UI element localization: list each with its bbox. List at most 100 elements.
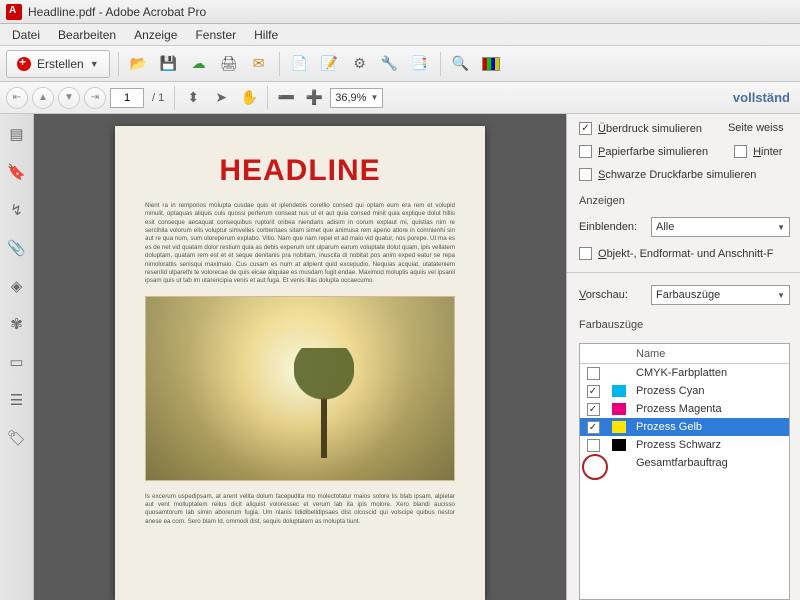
vorschau-value: Farbauszüge [656,289,720,301]
first-page-button[interactable]: ⇤ [6,87,28,109]
doc-headline: HEADLINE [145,154,455,188]
menu-file[interactable]: Datei [4,26,48,44]
menu-edit[interactable]: Bearbeiten [50,26,124,44]
farbauszuge-label: Farbauszüge [579,319,790,331]
title-bar: Headline.pdf - Adobe Acrobat Pro [0,0,800,24]
separations-list: Name CMYK-Farbplatten Prozess Cyan Proze… [579,343,790,600]
chevron-down-icon: ▼ [370,93,378,102]
cyan-label: Prozess Cyan [632,385,704,397]
window-title: Headline.pdf - Adobe Acrobat Pro [28,5,206,19]
layers-panel-icon[interactable]: ↯ [7,200,27,220]
panel-separator [567,272,800,273]
doc-paragraph-2: Is excerum uspedipsam, at arent velita d… [145,493,455,526]
separation-row-cyan[interactable]: Prozess Cyan [580,382,789,400]
tool-icon-3[interactable]: ⚙ [348,52,372,76]
color-preview-icon[interactable] [479,52,503,76]
mail-icon[interactable]: ✉ [247,52,271,76]
page-number-input[interactable] [110,88,144,108]
main-toolbar: Erstellen ▼ 📂 💾 ☁ 🖨 ✉ 📄 📝 ⚙ 🔧 📑 🔍 [0,46,800,82]
output-preview-panel: Überdruck simulieren Seite weiss Papierf… [566,114,800,600]
pdf-page: HEADLINE Nient ra in remporios molupta c… [115,126,485,600]
pages-panel-icon[interactable]: ▤ [7,124,27,144]
cloud-icon[interactable]: ☁ [187,52,211,76]
select-tool-icon[interactable]: ⬍ [181,86,205,110]
print-icon[interactable]: 🖨 [217,52,241,76]
vorschau-label: Vorschau: [579,289,643,301]
yellow-checkbox[interactable] [587,421,600,434]
hinter-label: Hinter [753,146,782,158]
cmyk-label: CMYK-Farbplatten [632,367,727,379]
blackink-label: Schwarze Druckfarbe simulieren [598,169,756,181]
pointer-tool-icon[interactable]: ➤ [209,86,233,110]
zoom-value: 36,9% [335,92,366,104]
content-panel-icon[interactable]: ▭ [7,352,27,372]
separation-row-yellow[interactable]: Prozess Gelb [580,418,789,436]
chevron-down-icon: ▼ [777,291,785,300]
layers2-panel-icon[interactable]: ◈ [7,276,27,296]
doc-paragraph-1: Nient ra in remporios molupta cusdae qui… [145,202,455,286]
toolbar-separator [440,52,441,76]
zoom-select[interactable]: 36,9% ▼ [330,88,383,108]
tool-icon-5[interactable]: 📑 [408,52,432,76]
tags-panel-icon[interactable]: 🏷 [7,428,27,448]
page-total-label: / 1 [148,92,168,104]
attachments-panel-icon[interactable]: 📎 [7,238,27,258]
signatures-panel-icon[interactable]: ✾ [7,314,27,334]
separation-row-black[interactable]: Prozess Schwarz [580,436,789,454]
background-checkbox[interactable] [734,145,747,158]
toolbar-separator [174,86,175,110]
blackink-checkbox[interactable] [579,168,592,181]
cyan-swatch [612,385,626,397]
cyan-checkbox[interactable] [587,385,600,398]
tool-icon-6[interactable]: 🔍 [449,52,473,76]
document-viewport[interactable]: HEADLINE Nient ra in remporios molupta c… [34,114,566,600]
overprint-checkbox[interactable] [579,122,592,135]
app-icon [6,4,22,20]
hand-tool-icon[interactable]: ✋ [237,86,261,110]
papercolor-checkbox[interactable] [579,145,592,158]
create-button[interactable]: Erstellen ▼ [6,50,110,78]
einblenden-value: Alle [656,221,674,233]
zoom-out-icon[interactable]: ➖ [274,86,298,110]
black-checkbox[interactable] [587,439,600,452]
col-name-header: Name [632,348,665,360]
tool-icon-4[interactable]: 🔧 [378,52,402,76]
menu-view[interactable]: Anzeige [126,26,185,44]
tool-icon-1[interactable]: 📄 [288,52,312,76]
separations-header: Name [580,344,789,364]
separation-row-cmyk[interactable]: CMYK-Farbplatten [580,364,789,382]
vorschau-dropdown[interactable]: Farbauszüge ▼ [651,285,790,305]
tool-icon-2[interactable]: 📝 [318,52,342,76]
separation-row-total[interactable]: Gesamtfarbauftrag [580,454,789,472]
left-nav-strip: ▤ 🔖 ↯ 📎 ◈ ✾ ▭ ☰ 🏷 [0,114,34,600]
einblenden-dropdown[interactable]: Alle ▼ [651,217,790,237]
separation-row-magenta[interactable]: Prozess Magenta [580,400,789,418]
next-page-button[interactable]: ▼ [58,87,80,109]
toolbar-separator [267,86,268,110]
total-label: Gesamtfarbauftrag [632,457,728,469]
prev-page-button[interactable]: ▲ [32,87,54,109]
menu-help[interactable]: Hilfe [246,26,286,44]
save-icon[interactable]: 💾 [157,52,181,76]
yellow-swatch [612,421,626,433]
yellow-label: Prozess Gelb [632,421,702,433]
chevron-down-icon: ▼ [777,223,785,232]
menu-bar: Datei Bearbeiten Anzeige Fenster Hilfe [0,24,800,46]
order-panel-icon[interactable]: ☰ [7,390,27,410]
open-icon[interactable]: 📂 [127,52,151,76]
fullscreen-link[interactable]: vollständ [733,90,794,105]
black-swatch [612,439,626,451]
last-page-button[interactable]: ⇥ [84,87,106,109]
objekt-checkbox[interactable] [579,247,592,260]
magenta-checkbox[interactable] [587,403,600,416]
papercolor-label: Papierfarbe simulieren [598,146,708,158]
overprint-label: Überdruck simulieren [598,123,702,135]
objekt-label: Objekt-, Endformat- und Anschnitt-F [598,248,773,260]
menu-window[interactable]: Fenster [187,26,244,44]
anzeigen-group-label: Anzeigen [579,195,790,207]
main-area: ▤ 🔖 ↯ 📎 ◈ ✾ ▭ ☰ 🏷 HEADLINE Nient ra in r… [0,114,800,600]
bookmarks-panel-icon[interactable]: 🔖 [7,162,27,182]
zoom-in-icon[interactable]: ➕ [302,86,326,110]
cmyk-checkbox[interactable] [587,367,600,380]
page-white-label: Seite weiss [728,122,784,135]
